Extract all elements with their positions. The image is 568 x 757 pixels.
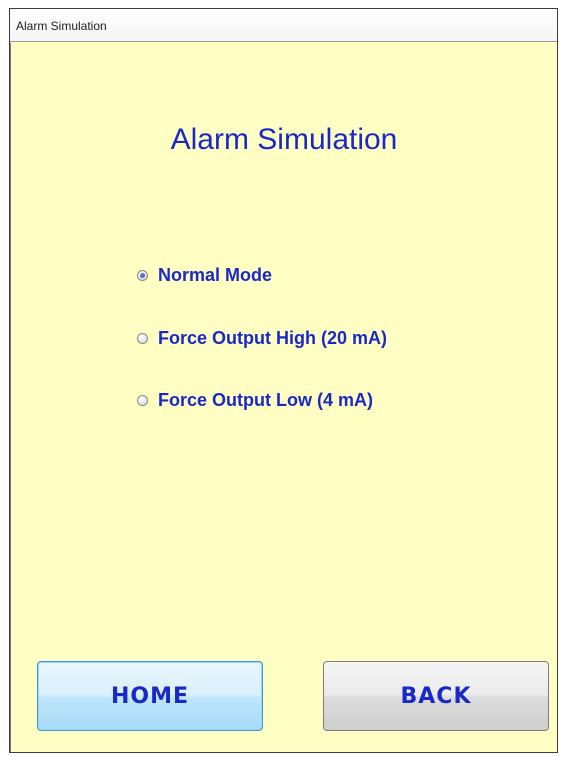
radio-button-unselected[interactable]: [137, 394, 148, 406]
radio-button-unselected[interactable]: [137, 332, 148, 344]
back-button[interactable]: BACK: [323, 661, 549, 731]
radio-force-output-low[interactable]: Force Output Low (4 mA): [137, 388, 373, 412]
home-button[interactable]: HOME: [37, 661, 263, 731]
radio-label-force-output-high[interactable]: Force Output High (20 mA): [158, 328, 387, 349]
radio-button-selected[interactable]: [137, 269, 148, 281]
radio-normal-mode[interactable]: Normal Mode: [137, 263, 272, 287]
radio-label-normal-mode[interactable]: Normal Mode: [158, 265, 272, 286]
radio-force-output-high[interactable]: Force Output High (20 mA): [137, 326, 387, 350]
page-title: Alarm Simulation: [170, 123, 398, 156]
radio-label-force-output-low[interactable]: Force Output Low (4 mA): [158, 390, 373, 411]
window-titlebar: Alarm Simulation: [10, 9, 557, 42]
window-title: Alarm Simulation: [16, 19, 107, 33]
alarm-simulation-window: Alarm Simulation Alarm Simulation Normal…: [9, 8, 558, 753]
window-content: Alarm Simulation Normal Mode Force Outpu…: [10, 43, 557, 752]
